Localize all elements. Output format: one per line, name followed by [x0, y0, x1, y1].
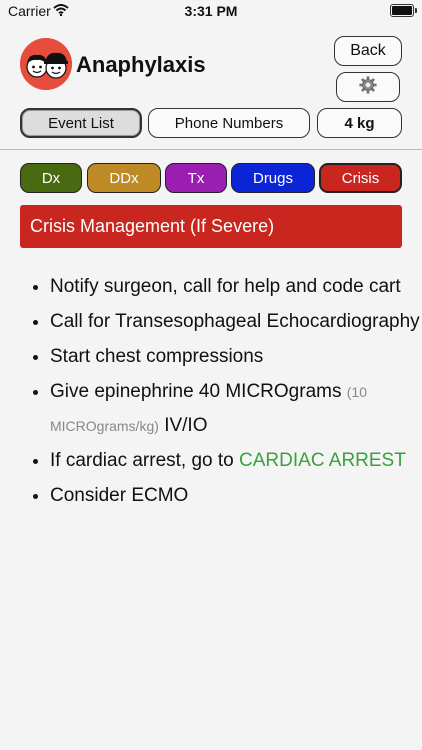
list-item: Start chest compressions [50, 340, 422, 374]
list-item: If cardiac arrest, go to CARDIAC ARREST [50, 444, 422, 478]
list-item: Notify surgeon, call for help and code c… [50, 270, 422, 304]
divider [0, 149, 422, 150]
weight-button[interactable]: 4 kg [317, 108, 402, 138]
page-title: Anaphylaxis [76, 52, 206, 77]
list-item: Consider ECMO [50, 479, 422, 513]
status-bar: Carrier 3:31 PM [0, 0, 422, 22]
clock: 3:31 PM [184, 3, 238, 19]
back-button[interactable]: Back [334, 36, 402, 66]
tab-crisis[interactable]: Crisis [319, 163, 402, 193]
phone-numbers-button[interactable]: Phone Numbers [148, 108, 310, 138]
gear-icon [359, 76, 377, 98]
tab-ddx[interactable]: DDx [87, 163, 161, 193]
logo [20, 38, 72, 90]
cardiac-arrest-link[interactable]: CARDIAC ARREST [239, 450, 406, 471]
list-item: Give epinephrine 40 MICROgrams (10 MICRO… [50, 375, 422, 443]
battery-icon [390, 4, 417, 17]
tab-drugs[interactable]: Drugs [231, 163, 315, 193]
event-list-button[interactable]: Event List [20, 108, 142, 138]
crisis-list: Notify surgeon, call for help and code c… [20, 270, 422, 514]
settings-button[interactable] [336, 72, 400, 102]
tab-dx[interactable]: Dx [20, 163, 82, 193]
tab-tx[interactable]: Tx [165, 163, 227, 193]
section-header: Crisis Management (If Severe) [20, 205, 402, 248]
list-item: Call for Transesophageal Echocardiograph… [50, 305, 422, 339]
